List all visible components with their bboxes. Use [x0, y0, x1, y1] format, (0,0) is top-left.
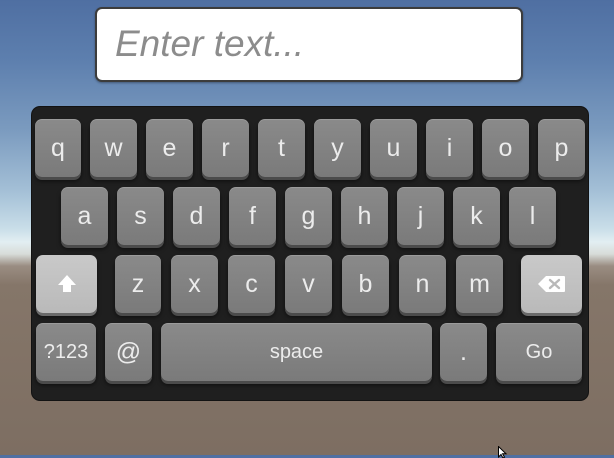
space-key[interactable]: space: [161, 323, 432, 381]
at-key[interactable]: @: [105, 323, 152, 381]
key-e[interactable]: e: [146, 119, 193, 177]
go-key[interactable]: Go: [496, 323, 582, 381]
key-g[interactable]: g: [285, 187, 332, 245]
key-h[interactable]: h: [341, 187, 388, 245]
key-w[interactable]: w: [90, 119, 137, 177]
key-a[interactable]: a: [61, 187, 108, 245]
key-v[interactable]: v: [285, 255, 332, 313]
key-f[interactable]: f: [229, 187, 276, 245]
mouse-cursor-icon: [498, 446, 508, 458]
key-s[interactable]: s: [117, 187, 164, 245]
key-u[interactable]: u: [370, 119, 417, 177]
key-y[interactable]: y: [314, 119, 361, 177]
key-l[interactable]: l: [509, 187, 556, 245]
key-x[interactable]: x: [171, 255, 218, 313]
backspace-key[interactable]: [521, 255, 582, 313]
shift-key[interactable]: [36, 255, 97, 313]
key-z[interactable]: z: [115, 255, 161, 313]
shift-arrow-icon: [57, 275, 76, 292]
key-i[interactable]: i: [426, 119, 473, 177]
key-d[interactable]: d: [173, 187, 220, 245]
key-o[interactable]: o: [482, 119, 529, 177]
key-k[interactable]: k: [453, 187, 500, 245]
key-c[interactable]: c: [228, 255, 275, 313]
key-j[interactable]: j: [397, 187, 444, 245]
virtual-keyboard: q w e r t y u i o p a s d f g h j k l z …: [32, 107, 588, 400]
text-input-field[interactable]: [95, 7, 523, 82]
key-m[interactable]: m: [456, 255, 503, 313]
key-b[interactable]: b: [342, 255, 389, 313]
key-q[interactable]: q: [35, 119, 81, 177]
key-n[interactable]: n: [399, 255, 446, 313]
key-r[interactable]: r: [202, 119, 249, 177]
symbols-key[interactable]: ?123: [36, 323, 96, 381]
backspace-icon: [537, 276, 565, 292]
text-input[interactable]: [115, 19, 505, 69]
key-p[interactable]: p: [538, 119, 585, 177]
period-key[interactable]: .: [440, 323, 487, 381]
key-t[interactable]: t: [258, 119, 305, 177]
